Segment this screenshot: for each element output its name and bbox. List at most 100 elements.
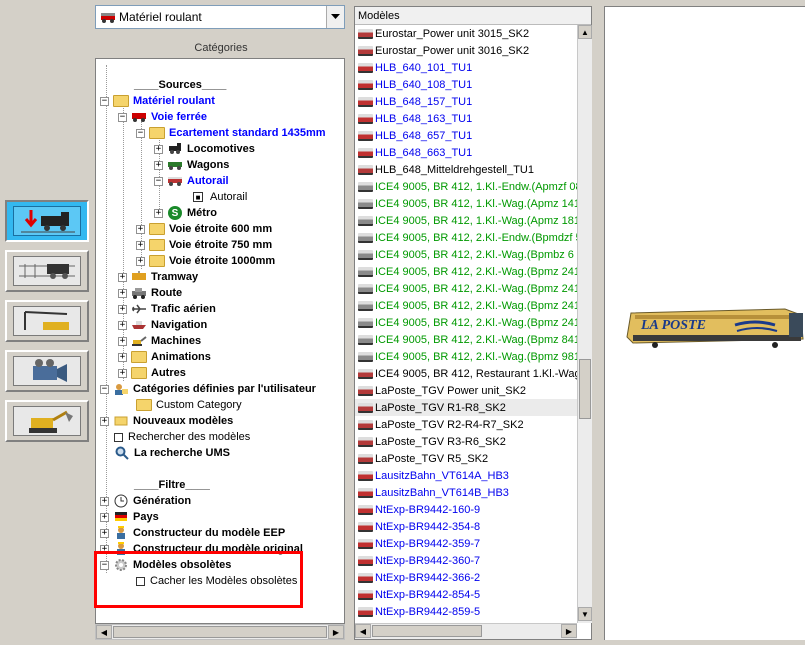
model-list-item[interactable]: HLB_640_101_TU1 [355, 59, 577, 76]
model-list-item[interactable]: HLB_648_157_TU1 [355, 93, 577, 110]
scroll-left-icon[interactable]: ◀ [355, 624, 371, 638]
tree-item-rechercher[interactable]: Rechercher des modèles [114, 429, 250, 445]
model-list-item[interactable]: HLB_648_663_TU1 [355, 144, 577, 161]
model-list-item[interactable]: LaPoste_TGV R2-R4-R7_SK2 [355, 416, 577, 433]
model-list-item[interactable]: ICE4 9005, BR 412, 2.Kl.-Endw.(Bpmdzf 5 [355, 229, 577, 246]
model-list-item[interactable]: ICE4 9005, BR 412, 2.Kl.-Wag.(Bpmz 241 [355, 263, 577, 280]
tree-item-route[interactable]: + Route [118, 285, 182, 301]
tree-item-machines[interactable]: + Machines [118, 333, 201, 349]
model-list-item[interactable]: NtExp-BR9442-859-5 [355, 603, 577, 620]
tree-item-ums[interactable]: La recherche UMS [114, 445, 230, 461]
tree-item-voie1000[interactable]: + Voie étroite 1000mm [136, 253, 275, 269]
model-list-item[interactable]: NtExp-BR9442-360-7 [355, 552, 577, 569]
tree-item-autorail-child[interactable]: ■ Autorail [190, 189, 247, 205]
tree-item-trafic-aerien[interactable]: + Trafic aérien [118, 301, 216, 317]
model-list-item[interactable]: NtExp-BR9442-366-2 [355, 569, 577, 586]
model-list-item[interactable]: LaPoste_TGV R3-R6_SK2 [355, 433, 577, 450]
model-list-item[interactable]: ICE4 9005, BR 412, Restaurant 1.Kl.-Wag [355, 365, 577, 382]
expand-icon[interactable]: + [118, 336, 127, 346]
tree-item-autres[interactable]: + Autres [118, 365, 186, 381]
model-list-item[interactable]: LaPoste_TGV R1-R8_SK2 [355, 399, 577, 416]
category-tree[interactable]: ____ Sources ____ − Matériel roulant − Voi… [95, 58, 345, 624]
tree-item-generation[interactable]: + Génération [100, 493, 191, 509]
expand-icon[interactable]: + [136, 256, 145, 266]
tree-item-autorail[interactable]: − Autorail [154, 173, 229, 189]
tree-item-categories-user[interactable]: − Catégories définies par l'utilisateur [100, 381, 316, 397]
model-list-item[interactable]: NtExp-BR9442-354-8 [355, 518, 577, 535]
model-list-item[interactable]: ICE4 9005, BR 412, 1.Kl.-Wag.(Apmz 181 [355, 212, 577, 229]
model-list-item[interactable]: ICE4 9005, BR 412, 1.Kl.-Wag.(Apmz 141 [355, 195, 577, 212]
tree-item-nouveaux[interactable]: + Nouveaux modèles [100, 413, 233, 429]
model-list-item[interactable]: LausitzBahn_VT614B_HB3 [355, 484, 577, 501]
expand-icon[interactable]: + [154, 208, 163, 218]
model-list-item[interactable]: ICE4 9005, BR 412, 2.Kl.-Wag.(Bpmz 241 [355, 280, 577, 297]
model-list-item[interactable]: Eurostar_Power unit 3015_SK2 [355, 25, 577, 42]
collapse-icon[interactable]: − [118, 112, 127, 122]
tree-horizontal-scrollbar[interactable]: ◀ ▶ [95, 624, 345, 640]
tree-item-voie750[interactable]: + Voie étroite 750 mm [136, 237, 272, 253]
model-list-item[interactable]: HLB_640_108_TU1 [355, 76, 577, 93]
models-horizontal-scrollbar[interactable]: ◀ ▶ [355, 623, 577, 639]
expand-icon[interactable]: + [100, 512, 109, 522]
track-tool-button[interactable] [5, 250, 89, 292]
model-list-item[interactable]: HLB_648_657_TU1 [355, 127, 577, 144]
model-list-item[interactable]: NtExp-BR9442-359-7 [355, 535, 577, 552]
model-list-item[interactable]: LausitzBahn_VT614A_HB3 [355, 467, 577, 484]
expand-icon[interactable]: + [118, 320, 127, 330]
tree-item-metro[interactable]: + S Métro [154, 205, 217, 221]
expand-icon[interactable]: + [100, 496, 109, 506]
tree-item-ecartement[interactable]: − Ecartement standard 1435mm [136, 125, 326, 141]
model-list-item[interactable]: NtExp-BR9442-160-9 [355, 501, 577, 518]
model-list-item[interactable]: HLB_648_Mitteldrehgestell_TU1 [355, 161, 577, 178]
model-list-item[interactable]: ICE4 9005, BR 412, 2.Kl.-Wag.(Bpmbz 6 [355, 246, 577, 263]
scroll-right-icon[interactable]: ▶ [328, 625, 344, 639]
collapse-icon[interactable]: − [154, 176, 163, 186]
expand-icon[interactable]: + [154, 160, 163, 170]
tree-item-tramway[interactable]: + Tramway [118, 269, 198, 285]
model-list-item[interactable]: ICE4 9005, BR 412, 2.Kl.-Wag.(Bpmz 841 [355, 331, 577, 348]
collapse-icon[interactable]: − [136, 128, 145, 138]
tree-item-materiel-roulant[interactable]: − Matériel roulant [100, 93, 215, 109]
expand-icon[interactable]: + [154, 144, 163, 154]
landscape-tool-button[interactable] [5, 300, 89, 342]
camera-tool-button[interactable] [5, 350, 89, 392]
checkbox-checked-icon[interactable]: ■ [190, 191, 206, 204]
collapse-icon[interactable]: − [100, 384, 109, 394]
expand-icon[interactable]: + [136, 240, 145, 250]
expand-icon[interactable]: + [118, 304, 127, 314]
tree-item-voie600[interactable]: + Voie étroite 600 mm [136, 221, 272, 237]
models-vertical-scrollbar[interactable]: ▲ ▼ [577, 25, 592, 623]
model-list-item[interactable]: Eurostar_Power unit 3016_SK2 [355, 42, 577, 59]
expand-icon[interactable]: + [118, 272, 127, 282]
expand-icon[interactable]: + [118, 288, 127, 298]
tree-item-constructeur-eep[interactable]: + Constructeur du modèle EEP [100, 525, 285, 541]
expand-icon[interactable]: + [118, 352, 127, 362]
rolling-stock-tool-button[interactable] [5, 200, 89, 242]
model-list-item[interactable]: ICE4 9005, BR 412, 2.Kl.-Wag.(Bpmz 241 [355, 314, 577, 331]
scroll-right-icon[interactable]: ▶ [561, 624, 577, 638]
machines-tool-button[interactable] [5, 400, 89, 442]
scroll-down-icon[interactable]: ▼ [578, 607, 592, 621]
tree-item-pays[interactable]: + Pays [100, 509, 159, 525]
tree-item-voie-ferree[interactable]: − Voie ferrée [118, 109, 207, 125]
tree-item-wagons[interactable]: + Wagons [154, 157, 229, 173]
scroll-left-icon[interactable]: ◀ [96, 625, 112, 639]
scroll-thumb[interactable] [113, 626, 327, 638]
scroll-up-icon[interactable]: ▲ [578, 25, 592, 39]
model-list-item[interactable]: ICE4 9005, BR 412, 1.Kl.-Endw.(Apmzf 08 [355, 178, 577, 195]
expand-icon[interactable]: + [100, 528, 109, 538]
model-list-item[interactable]: ICE4 9005, BR 412, 2.Kl.-Wag.(Bpmz 981 [355, 348, 577, 365]
model-list-item[interactable]: NtExp-BR9442-854-5 [355, 586, 577, 603]
tree-item-navigation[interactable]: + Navigation [118, 317, 207, 333]
checkbox[interactable] [114, 432, 123, 442]
expand-icon[interactable]: + [136, 224, 145, 234]
chevron-down-icon[interactable] [326, 6, 344, 28]
model-list-item[interactable]: LaPoste_TGV R5_SK2 [355, 450, 577, 467]
scroll-thumb[interactable] [372, 625, 482, 637]
model-list-item[interactable]: ICE4 9005, BR 412, 2.Kl.-Wag.(Bpmz 241 [355, 297, 577, 314]
models-list[interactable]: Eurostar_Power unit 3015_SK2 Eurostar_Pow… [355, 25, 577, 623]
expand-icon[interactable]: + [100, 416, 109, 426]
expand-icon[interactable]: + [118, 368, 127, 378]
tree-item-custom-category[interactable]: Custom Category [136, 397, 242, 413]
collapse-icon[interactable]: − [100, 96, 109, 106]
